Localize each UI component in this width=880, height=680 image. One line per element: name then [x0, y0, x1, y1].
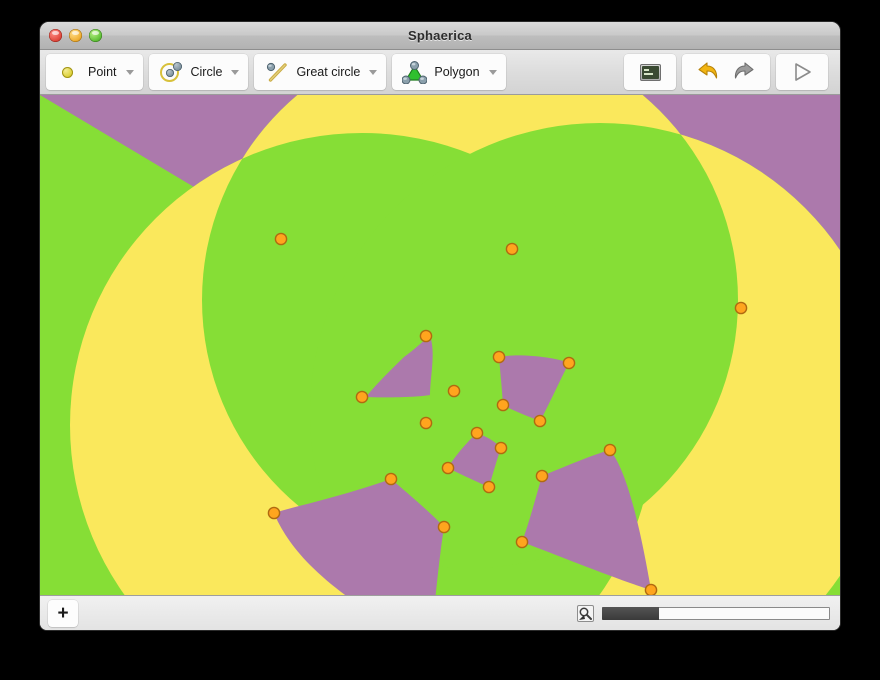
sphere-canvas[interactable] — [40, 95, 840, 595]
chevron-down-icon[interactable] — [488, 69, 497, 75]
screen: Sphaerica Point Circle Great circle Poly… — [0, 0, 880, 680]
toolbar: Point Circle Great circle Polygon — [40, 50, 840, 95]
point-marker[interactable] — [505, 242, 519, 256]
sphere-drawing[interactable] — [40, 95, 840, 595]
point-marker[interactable] — [644, 583, 658, 595]
circle-icon — [158, 59, 184, 85]
magnifier-icon[interactable] — [577, 604, 594, 622]
redo-arrow-icon — [732, 59, 758, 85]
polygon-icon — [401, 59, 428, 85]
great-circle-icon — [263, 59, 289, 85]
tool-group-great-circle: Great circle — [254, 54, 387, 90]
chevron-down-icon[interactable] — [369, 69, 378, 75]
window-controls — [40, 29, 102, 42]
point-marker[interactable] — [384, 472, 398, 486]
undo-arrow-icon — [694, 59, 720, 85]
point-marker[interactable] — [603, 443, 617, 457]
tool-great-circle-label: Great circle — [296, 65, 361, 79]
tool-polygon[interactable]: Polygon — [392, 54, 505, 90]
point-marker[interactable] — [437, 520, 451, 534]
window-titlebar: Sphaerica — [40, 22, 840, 50]
minimize-button[interactable] — [69, 29, 82, 42]
tool-point-label: Point — [88, 65, 117, 79]
tool-circle-label: Circle — [190, 65, 223, 79]
sphere-regions — [40, 95, 840, 595]
play-button[interactable] — [776, 54, 828, 90]
redo-button[interactable] — [726, 54, 770, 90]
point-marker[interactable] — [533, 414, 547, 428]
point-marker[interactable] — [470, 426, 484, 440]
point-marker[interactable] — [535, 469, 549, 483]
tool-group-polygon: Polygon — [392, 54, 506, 90]
screenshot-icon — [637, 59, 663, 85]
chevron-down-icon[interactable] — [125, 69, 134, 75]
tool-group-play — [776, 54, 828, 90]
point-marker[interactable] — [496, 398, 510, 412]
point-marker[interactable] — [447, 384, 461, 398]
tool-group-history — [682, 54, 770, 90]
point-marker[interactable] — [274, 232, 288, 246]
point-icon — [55, 59, 81, 85]
undo-button[interactable] — [682, 54, 726, 90]
point-marker[interactable] — [419, 416, 433, 430]
chevron-down-icon[interactable] — [231, 69, 240, 75]
tool-point[interactable]: Point — [46, 54, 143, 90]
app-window: Sphaerica Point Circle Great circle Poly… — [40, 22, 840, 630]
screenshot-button[interactable] — [624, 54, 676, 90]
point-marker[interactable] — [562, 356, 576, 370]
zoom-slider-fill — [602, 606, 659, 620]
point-marker[interactable] — [515, 535, 529, 549]
tool-polygon-label: Polygon — [434, 65, 480, 79]
status-bar: + — [40, 595, 840, 630]
tool-group-point: Point — [46, 54, 143, 90]
tool-group-circle: Circle — [148, 54, 249, 90]
point-marker[interactable] — [734, 301, 748, 315]
window-title: Sphaerica — [408, 28, 472, 43]
add-button[interactable]: + — [48, 599, 78, 627]
point-marker[interactable] — [494, 441, 508, 455]
point-marker[interactable] — [492, 350, 506, 364]
tool-circle[interactable]: Circle — [149, 54, 249, 90]
close-button[interactable] — [49, 29, 62, 42]
play-triangle-icon — [789, 59, 815, 85]
point-marker[interactable] — [267, 506, 281, 520]
tool-great-circle[interactable]: Great circle — [254, 54, 386, 90]
zoom-control — [577, 604, 830, 622]
point-marker[interactable] — [355, 390, 369, 404]
point-marker[interactable] — [482, 480, 496, 494]
point-marker[interactable] — [441, 461, 455, 475]
maximize-button[interactable] — [89, 29, 102, 42]
point-marker[interactable] — [419, 329, 433, 343]
tool-group-screenshot — [624, 54, 676, 90]
zoom-slider[interactable] — [602, 606, 830, 620]
